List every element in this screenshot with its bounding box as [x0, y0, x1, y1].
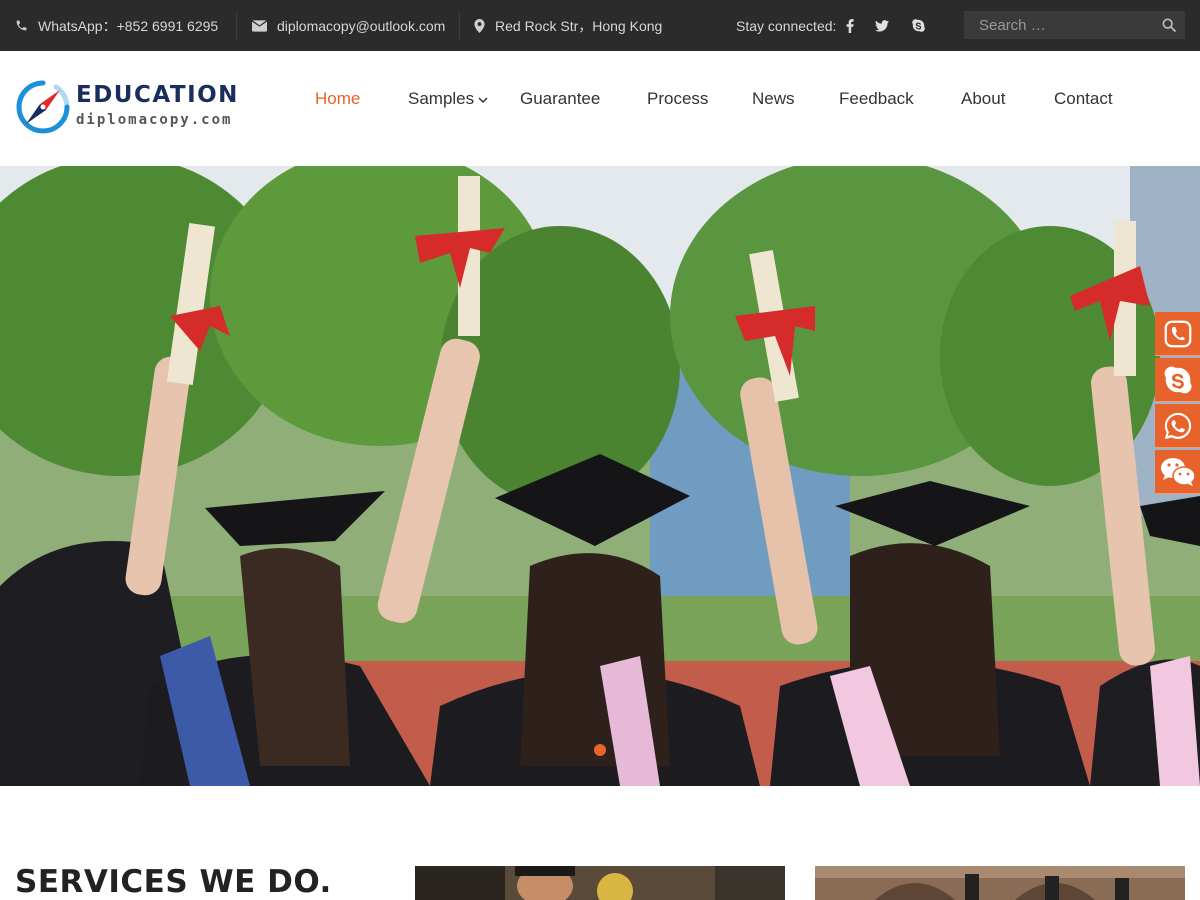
- compass-logo-icon: [16, 80, 70, 134]
- nav-samples-label: Samples: [408, 89, 475, 108]
- service-image-1[interactable]: [415, 866, 785, 900]
- skype-icon: [911, 19, 925, 32]
- divider: [236, 12, 237, 40]
- address-text: Red Rock Str，Hong Kong: [495, 17, 663, 34]
- top-bar: WhatsApp：+852 6991 6295 diplomacopy@outl…: [0, 0, 1200, 51]
- facebook-icon: [846, 18, 854, 33]
- nav-process[interactable]: Process: [647, 89, 708, 109]
- nav-home[interactable]: Home: [315, 89, 360, 109]
- site-header: EDUCATION diplomacopy.com Home Samples G…: [0, 51, 1200, 166]
- nav-feedback[interactable]: Feedback: [839, 89, 914, 109]
- nav-news[interactable]: News: [752, 89, 795, 109]
- side-whatsapp-button[interactable]: [1155, 404, 1200, 448]
- nav-samples[interactable]: Samples: [408, 89, 488, 109]
- logo-subtitle: diplomacopy.com: [76, 112, 233, 128]
- whatsapp-number: WhatsApp：+852 6991 6295: [38, 17, 219, 34]
- envelope-icon: [252, 19, 267, 32]
- divider: [459, 12, 460, 40]
- email-contact[interactable]: diplomacopy@outlook.com: [252, 0, 445, 51]
- map-marker-icon: [474, 18, 485, 33]
- service-photo-2: [815, 866, 1185, 900]
- address: Red Rock Str，Hong Kong: [474, 0, 662, 51]
- side-skype-button[interactable]: [1155, 358, 1200, 402]
- hero-slider[interactable]: [0, 166, 1200, 786]
- phone-icon: [1164, 320, 1191, 347]
- chevron-down-icon: [478, 96, 488, 103]
- email-address: diplomacopy@outlook.com: [277, 17, 446, 34]
- facebook-link[interactable]: [840, 0, 860, 51]
- skype-icon: [1164, 366, 1192, 393]
- service-photo-1: [415, 866, 785, 900]
- nav-contact[interactable]: Contact: [1054, 89, 1113, 109]
- search-input[interactable]: [964, 16, 1154, 34]
- side-wechat-button[interactable]: [1155, 450, 1200, 494]
- whatsapp-contact[interactable]: WhatsApp：+852 6991 6295: [15, 0, 218, 51]
- logo-title: EDUCATION: [76, 82, 239, 108]
- phone-icon: [16, 20, 27, 31]
- graduation-scene-image: [0, 166, 1200, 786]
- site-logo[interactable]: EDUCATION diplomacopy.com: [16, 79, 256, 135]
- search-box: [964, 11, 1185, 39]
- service-image-2[interactable]: [815, 866, 1185, 900]
- side-phone-button[interactable]: [1155, 312, 1200, 356]
- wechat-icon: [1160, 457, 1196, 486]
- services-heading: SERVICES WE DO.: [15, 864, 332, 900]
- slider-dot-1[interactable]: [594, 744, 606, 756]
- twitter-icon: [875, 19, 889, 32]
- twitter-link[interactable]: [872, 0, 892, 51]
- search-icon[interactable]: [1161, 17, 1177, 33]
- skype-link[interactable]: [908, 0, 928, 51]
- nav-guarantee[interactable]: Guarantee: [520, 89, 600, 109]
- nav-about[interactable]: About: [961, 89, 1005, 109]
- whatsapp-icon: [1164, 412, 1191, 439]
- stay-connected-label: Stay connected:: [736, 17, 837, 34]
